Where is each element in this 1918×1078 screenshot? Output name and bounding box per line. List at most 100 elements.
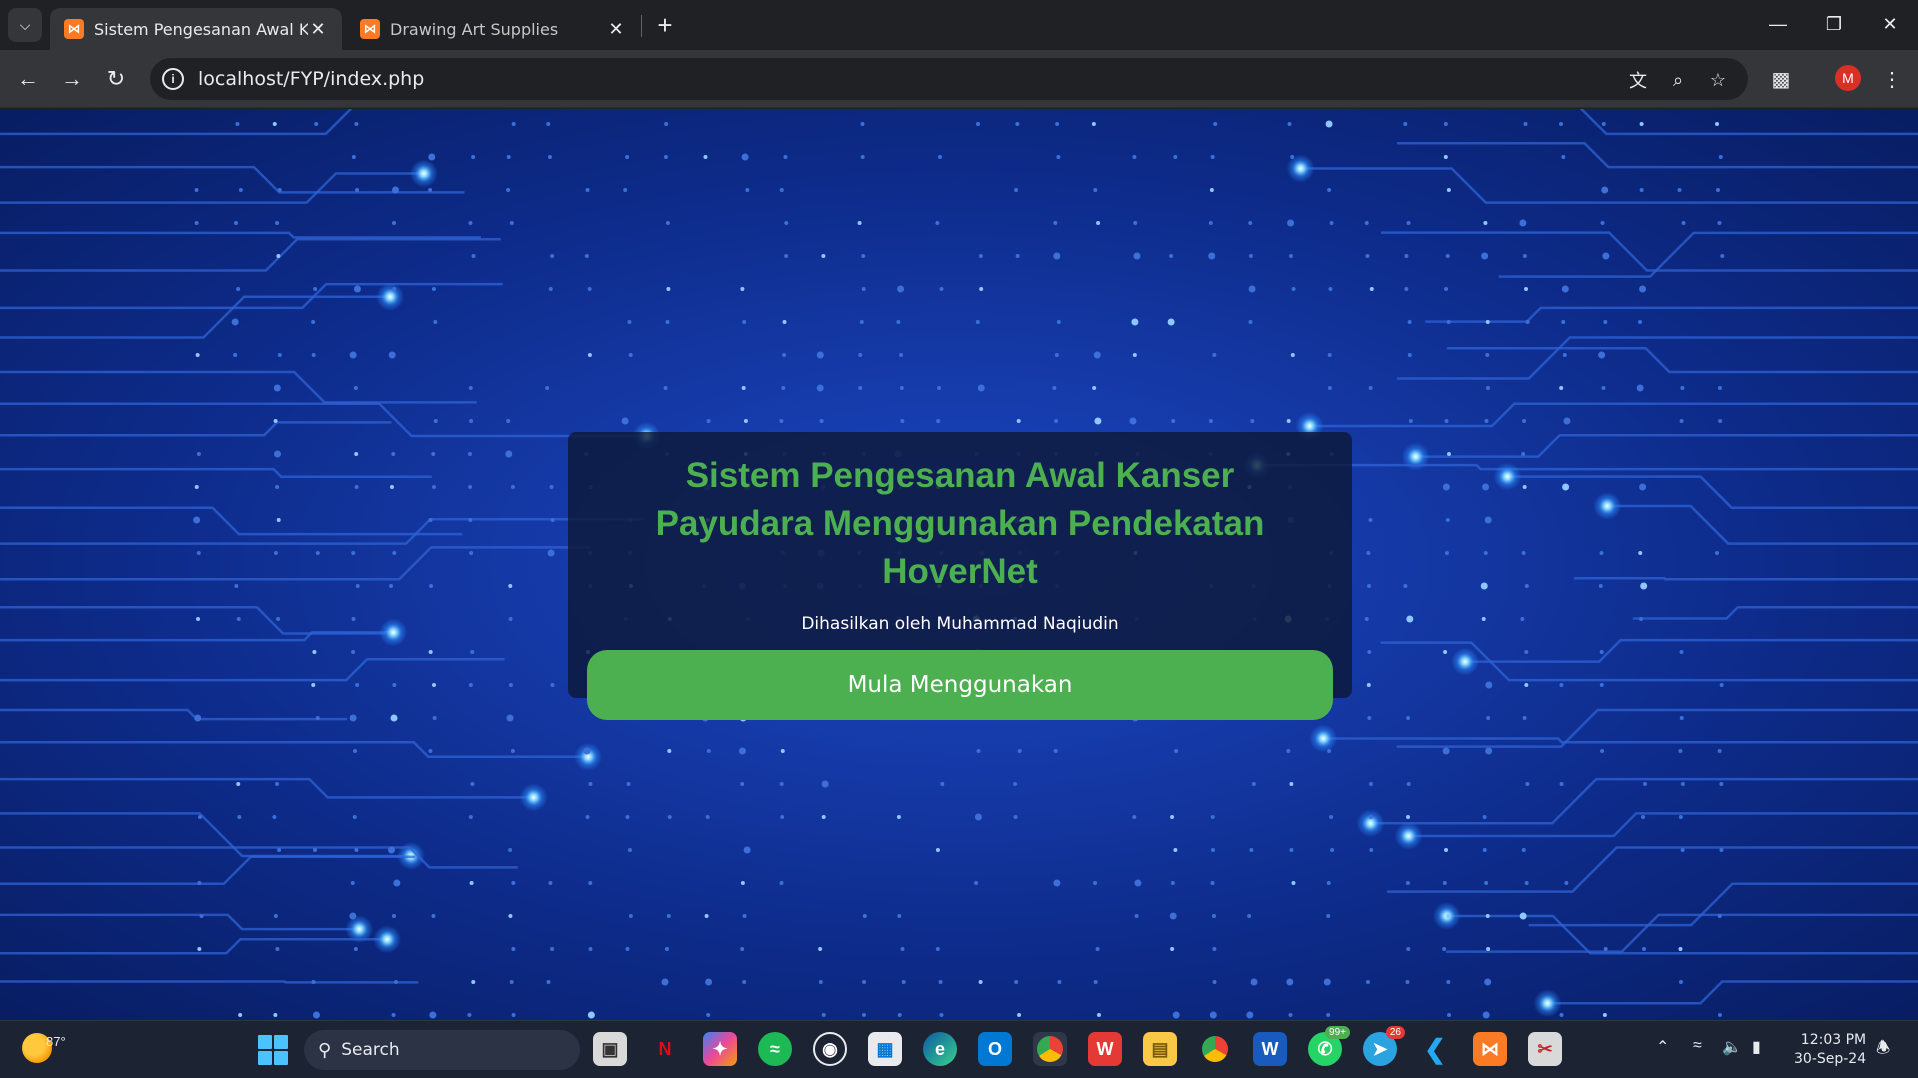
forward-button[interactable]: →	[56, 63, 88, 95]
minimize-button[interactable]: —	[1750, 0, 1806, 48]
circuit-dot	[231, 318, 239, 326]
circuit-dot	[431, 914, 436, 918]
restore-button[interactable]: ❐	[1806, 0, 1862, 48]
circuit-trace	[0, 708, 348, 721]
file-explorer-icon[interactable]: ▤	[1143, 1032, 1177, 1066]
close-window-button[interactable]: ✕	[1862, 0, 1918, 48]
outlook-icon[interactable]: O	[978, 1032, 1012, 1066]
circuit-dot	[1446, 980, 1451, 984]
word-icon[interactable]: W	[1253, 1032, 1287, 1066]
chevron-up-icon[interactable]: ⌃	[1656, 1037, 1669, 1057]
circuit-dot	[1170, 947, 1175, 951]
site-info-icon[interactable]: i	[162, 68, 184, 90]
circuit-dot	[861, 287, 866, 291]
new-tab-button[interactable]: +	[650, 10, 680, 40]
circuit-dot	[740, 782, 745, 786]
whatsapp-icon[interactable]: ✆ 99+	[1308, 1026, 1350, 1066]
circuit-dot	[355, 188, 360, 192]
circuit-dot	[391, 1013, 396, 1017]
zoom-icon[interactable]: ⌕	[1664, 66, 1692, 94]
back-button[interactable]: ←	[12, 63, 44, 95]
taskbar-search[interactable]: ⚲ Search	[304, 1030, 580, 1070]
circuit-dot	[428, 518, 433, 522]
more-menu-icon[interactable]: ⋮	[1876, 63, 1908, 95]
tab-active[interactable]: ⋈ Sistem Pengesanan Awal Kanser Payudara…	[50, 8, 342, 50]
notification-bell-icon[interactable]: 🕭	[1876, 1037, 1890, 1064]
circuit-dot	[1053, 252, 1061, 260]
weather-widget[interactable]: 87°	[22, 1033, 66, 1063]
circuit-dot	[625, 815, 630, 819]
circuit-dot	[1208, 252, 1216, 260]
circuit-dot	[1247, 914, 1252, 918]
spotify-icon[interactable]: ≈	[758, 1032, 792, 1066]
circuit-dot	[979, 287, 984, 291]
edge-icon[interactable]: e	[923, 1032, 957, 1066]
circuit-dot	[1212, 353, 1217, 357]
circuit-dot	[1639, 483, 1647, 491]
bookmark-star-icon[interactable]: ☆	[1704, 66, 1732, 94]
address-bar[interactable]: i localhost/FYP/index.php 文 ⌕ ☆	[150, 58, 1748, 100]
wifi-icon[interactable]: ≈	[1693, 1037, 1702, 1055]
circuit-dot	[861, 1013, 866, 1017]
url-text[interactable]: localhost/FYP/index.php	[198, 68, 424, 90]
circuit-node-glow	[1593, 491, 1622, 520]
circuit-dot	[1408, 419, 1413, 423]
circuit-dot	[276, 254, 281, 258]
tab-search-button[interactable]: ⌵	[8, 8, 42, 42]
circuit-dot	[467, 1013, 472, 1017]
circuit-dot	[1172, 1011, 1180, 1019]
circuit-dot	[1680, 782, 1685, 786]
tab-close-icon[interactable]: ✕	[308, 19, 328, 40]
battery-icon[interactable]: ▮	[1752, 1037, 1761, 1057]
start-button[interactable]: Mula Menggunakan	[587, 650, 1333, 720]
copilot-icon[interactable]: ✦	[703, 1032, 737, 1066]
circuit-dot	[277, 353, 282, 357]
circuit-dot	[1486, 716, 1491, 720]
circuit-dot	[1330, 848, 1335, 852]
taskbar-clock[interactable]: 12:03 PM 30-Sep-24	[1794, 1031, 1866, 1069]
circuit-trace	[0, 606, 385, 635]
tab-inactive[interactable]: ⋈ Drawing Art Supplies ✕	[346, 8, 640, 50]
circuit-dot	[390, 714, 398, 722]
volume-icon[interactable]: 🔈	[1722, 1037, 1742, 1057]
circuit-dot	[1095, 947, 1100, 951]
ms-store-icon[interactable]: ▦	[868, 1032, 902, 1066]
netflix-icon[interactable]: N	[648, 1032, 682, 1066]
chrome-profile-icon[interactable]	[1198, 1032, 1232, 1066]
circuit-dot	[1369, 287, 1374, 291]
windows-start-button[interactable]	[258, 1035, 288, 1065]
circuit-node-glow	[1342, 109, 1353, 110]
profile-avatar[interactable]: M	[1835, 65, 1861, 91]
circuit-dot	[545, 386, 550, 390]
circuit-dot	[1406, 615, 1414, 623]
task-view-icon[interactable]: ▣	[593, 1032, 627, 1066]
extensions-icon[interactable]: ▩	[1765, 63, 1797, 95]
circuit-dot	[1482, 815, 1487, 819]
vscode-icon[interactable]: ❮	[1418, 1032, 1452, 1066]
wps-office-icon[interactable]: W	[1088, 1032, 1122, 1066]
circuit-dot	[937, 155, 942, 159]
circuit-dot	[1365, 980, 1370, 984]
obs-icon[interactable]: ◉	[813, 1032, 847, 1066]
xampp-icon[interactable]: ⋈	[1473, 1032, 1507, 1066]
circuit-dot	[901, 980, 906, 984]
circuit-dot	[1446, 188, 1451, 192]
reload-button[interactable]: ↻	[100, 63, 132, 95]
chrome-icon[interactable]	[1033, 1032, 1067, 1066]
circuit-trace	[1547, 980, 1918, 1005]
snipping-tool-icon[interactable]: ✂	[1528, 1032, 1562, 1066]
circuit-dot	[741, 153, 749, 161]
circuit-dot	[1640, 582, 1648, 590]
circuit-dot	[428, 650, 433, 654]
tab-close-icon[interactable]: ✕	[606, 19, 626, 40]
circuit-dot	[470, 650, 475, 654]
circuit-dot	[1444, 287, 1449, 291]
translate-icon[interactable]: 文	[1624, 66, 1652, 94]
circuit-dot	[975, 320, 980, 324]
telegram-icon[interactable]: ➤ 26	[1363, 1026, 1405, 1066]
circuit-dot	[1720, 254, 1725, 258]
circuit-dot	[313, 848, 318, 852]
circuit-dot	[1248, 221, 1253, 225]
circuit-dot	[821, 254, 826, 258]
circuit-dot	[1404, 254, 1409, 258]
